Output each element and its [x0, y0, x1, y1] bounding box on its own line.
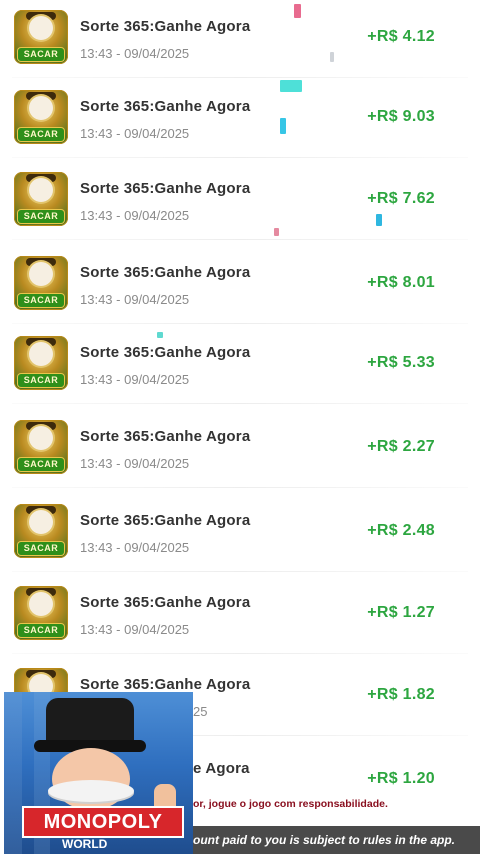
- transaction-row[interactable]: SACAR Sorte 365:Ganhe Agora 13:43 - 09/0…: [0, 80, 480, 158]
- transaction-datetime: 13:43 - 09/04/2025: [80, 46, 190, 61]
- app-icon: SACAR: [14, 10, 68, 64]
- app-icon: SACAR: [14, 420, 68, 474]
- confetti-piece: [280, 80, 302, 92]
- confetti-piece: [157, 332, 163, 338]
- transaction-row[interactable]: SACAR Sorte 365:Ganhe Agora 13:43 - 09/0…: [0, 246, 480, 324]
- transaction-title: Sorte 365:Ganhe Agora: [80, 180, 251, 197]
- transaction-datetime: 13:43 - 09/04/2025: [80, 126, 190, 141]
- row-divider: [12, 239, 468, 240]
- transaction-row[interactable]: SACAR Sorte 365:Ganhe Agora 13:43 - 09/0…: [0, 576, 480, 654]
- transaction-datetime: 13:43 - 09/04/2025: [80, 292, 190, 307]
- transaction-amount: +R$ 1.27: [367, 604, 435, 621]
- sacar-badge: SACAR: [18, 374, 64, 387]
- transaction-row[interactable]: SACAR Sorte 365:Ganhe Agora 13:43 - 09/0…: [0, 162, 480, 240]
- confetti-piece: [274, 228, 279, 236]
- confetti-piece: [330, 52, 334, 62]
- row-divider: [12, 323, 468, 324]
- transaction-title: Sorte 365:Ganhe Agora: [80, 512, 251, 529]
- app-icon: SACAR: [14, 90, 68, 144]
- transaction-amount: +R$ 7.62: [367, 190, 435, 207]
- transaction-title: Sorte 365:Ganhe Agora: [80, 98, 251, 115]
- transaction-datetime: 25: [193, 704, 208, 719]
- app-icon: SACAR: [14, 586, 68, 640]
- transaction-title: Sorte 365:Ganhe Agora: [80, 676, 251, 693]
- sacar-badge: SACAR: [18, 128, 64, 141]
- sacar-badge: SACAR: [18, 542, 64, 555]
- monopoly-logo: MONOPOLY: [22, 806, 184, 838]
- transaction-amount: +R$ 8.01: [367, 274, 435, 291]
- app-icon: SACAR: [14, 172, 68, 226]
- transaction-row[interactable]: SACAR Sorte 365:Ganhe Agora 13:43 - 09/0…: [0, 0, 480, 78]
- transaction-title: Sorte 365:Ganhe Agora: [80, 18, 251, 35]
- transaction-datetime: 13:43 - 09/04/2025: [80, 622, 190, 637]
- transaction-amount: +R$ 1.82: [367, 686, 435, 703]
- top-hat-icon: [46, 698, 134, 746]
- transaction-datetime: 13:43 - 09/04/2025: [80, 208, 190, 223]
- transaction-amount: +R$ 2.48: [367, 522, 435, 539]
- transaction-amount: +R$ 9.03: [367, 108, 435, 125]
- app-icon: SACAR: [14, 336, 68, 390]
- row-divider: [12, 487, 468, 488]
- transaction-title: Sorte 365:Ganhe Agora: [80, 344, 251, 361]
- sacar-badge: SACAR: [18, 458, 64, 471]
- payout-disclaimer: ount paid to you is subject to rules in …: [193, 826, 480, 854]
- transaction-datetime: 13:43 - 09/04/2025: [80, 372, 190, 387]
- row-divider: [12, 653, 468, 654]
- transaction-title: Sorte 365:Ganhe Agora: [80, 264, 251, 281]
- monopoly-sub-logo: WORLD: [62, 837, 108, 851]
- transaction-datetime: 13:43 - 09/04/2025: [80, 456, 190, 471]
- row-divider: [12, 77, 468, 78]
- row-divider: [12, 403, 468, 404]
- transaction-title: Sorte 365:Ganhe Agora: [80, 428, 251, 445]
- monopoly-promo-ad[interactable]: MONOPOLY WORLD: [4, 692, 193, 854]
- transaction-title: e Agora: [193, 760, 250, 777]
- sacar-badge: SACAR: [18, 624, 64, 637]
- transaction-amount: +R$ 2.27: [367, 438, 435, 455]
- app-icon: SACAR: [14, 256, 68, 310]
- sacar-badge: SACAR: [18, 48, 64, 61]
- confetti-piece: [376, 214, 382, 226]
- row-divider: [12, 571, 468, 572]
- transaction-datetime: 13:43 - 09/04/2025: [80, 540, 190, 555]
- transaction-row[interactable]: SACAR Sorte 365:Ganhe Agora 13:43 - 09/0…: [0, 494, 480, 572]
- app-icon: SACAR: [14, 504, 68, 558]
- row-divider: [12, 157, 468, 158]
- sacar-badge: SACAR: [18, 294, 64, 307]
- transaction-amount: +R$ 5.33: [367, 354, 435, 371]
- transaction-amount: +R$ 1.20: [367, 770, 435, 787]
- transaction-amount: +R$ 4.12: [367, 28, 435, 45]
- confetti-piece: [294, 4, 301, 18]
- confetti-piece: [280, 118, 286, 134]
- transaction-row[interactable]: SACAR Sorte 365:Ganhe Agora 13:43 - 09/0…: [0, 410, 480, 488]
- responsible-gaming-notice: or, jogue o jogo com responsabilidade.: [193, 798, 388, 810]
- mascot-mustache: [48, 780, 134, 802]
- sacar-badge: SACAR: [18, 210, 64, 223]
- transaction-row[interactable]: SACAR Sorte 365:Ganhe Agora 13:43 - 09/0…: [0, 326, 480, 404]
- transaction-title: Sorte 365:Ganhe Agora: [80, 594, 251, 611]
